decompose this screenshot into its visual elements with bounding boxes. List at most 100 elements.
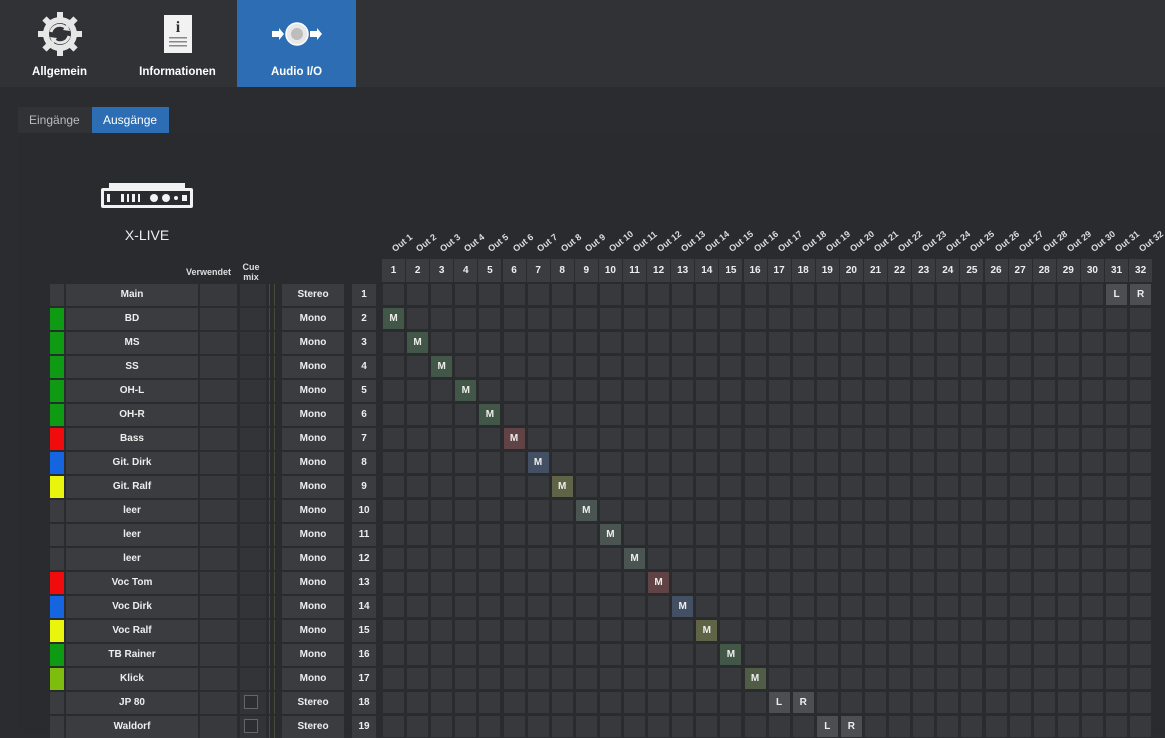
routing-cell[interactable]	[574, 475, 598, 498]
channel-color-swatch[interactable]	[50, 428, 64, 450]
routing-cell[interactable]	[1032, 475, 1056, 498]
routing-cell[interactable]	[936, 451, 960, 474]
routing-cell[interactable]	[1129, 595, 1153, 618]
routing-cell[interactable]	[695, 691, 719, 714]
routing-cell[interactable]	[888, 715, 912, 738]
routing-cell[interactable]	[574, 379, 598, 402]
routing-cell[interactable]	[502, 715, 526, 738]
routing-cell[interactable]	[502, 283, 526, 306]
routing-cell[interactable]	[454, 403, 478, 426]
channel-color-swatch[interactable]	[50, 284, 64, 306]
routing-cell[interactable]	[1105, 715, 1128, 738]
channel-color-swatch[interactable]	[50, 524, 64, 546]
routing-cell[interactable]	[1105, 571, 1128, 594]
routing-cell[interactable]	[502, 499, 526, 522]
routing-cell[interactable]	[598, 427, 622, 450]
routing-cell[interactable]	[623, 643, 646, 666]
routing-assignment[interactable]: M	[454, 379, 478, 402]
routing-cell[interactable]	[936, 667, 960, 690]
routing-cell[interactable]	[815, 643, 839, 666]
routing-cell[interactable]	[598, 379, 622, 402]
routing-cell[interactable]	[1008, 715, 1032, 738]
routing-cell[interactable]	[936, 427, 960, 450]
routing-cell[interactable]	[454, 595, 478, 618]
routing-cell[interactable]	[478, 331, 502, 354]
routing-cell[interactable]	[791, 667, 815, 690]
channel-mode[interactable]: Mono	[282, 668, 344, 690]
routing-cell[interactable]	[430, 475, 454, 498]
routing-cell[interactable]	[671, 355, 695, 378]
routing-assignment[interactable]: M	[743, 667, 767, 690]
routing-cell[interactable]	[406, 451, 430, 474]
routing-cell[interactable]	[791, 595, 815, 618]
routing-cell[interactable]	[406, 307, 430, 330]
routing-cell[interactable]	[743, 715, 767, 738]
routing-cell[interactable]	[478, 307, 502, 330]
routing-cell[interactable]	[382, 643, 405, 666]
routing-cell[interactable]	[912, 619, 936, 642]
routing-cell[interactable]	[888, 451, 912, 474]
routing-cell[interactable]	[478, 499, 502, 522]
routing-cell[interactable]	[1032, 427, 1056, 450]
routing-cell[interactable]	[864, 523, 887, 546]
routing-cell[interactable]	[1129, 475, 1153, 498]
routing-assignment[interactable]: M	[526, 451, 550, 474]
routing-cell[interactable]	[984, 283, 1008, 306]
routing-cell[interactable]	[1105, 643, 1128, 666]
routing-cell[interactable]	[478, 355, 502, 378]
routing-cell[interactable]	[984, 331, 1008, 354]
routing-cell[interactable]	[839, 403, 863, 426]
routing-cell[interactable]	[478, 451, 502, 474]
channel-mode[interactable]: Mono	[282, 620, 344, 642]
channel-mode[interactable]: Mono	[282, 308, 344, 330]
routing-cell[interactable]	[574, 307, 598, 330]
routing-cell[interactable]	[1105, 547, 1128, 570]
routing-cell[interactable]	[815, 427, 839, 450]
routing-cell[interactable]	[502, 571, 526, 594]
routing-cell[interactable]	[984, 595, 1008, 618]
routing-cell[interactable]	[912, 475, 936, 498]
routing-cell[interactable]	[406, 595, 430, 618]
routing-cell[interactable]	[671, 547, 695, 570]
routing-cell[interactable]	[960, 571, 984, 594]
channel-color-swatch[interactable]	[50, 596, 64, 618]
routing-cell[interactable]	[1105, 451, 1128, 474]
routing-cell[interactable]	[623, 571, 646, 594]
channel-mode[interactable]: Mono	[282, 644, 344, 666]
channel-color-swatch[interactable]	[50, 332, 64, 354]
routing-cell[interactable]	[550, 451, 574, 474]
routing-cell[interactable]	[598, 595, 622, 618]
routing-cell[interactable]	[767, 595, 791, 618]
routing-cell[interactable]	[743, 403, 767, 426]
routing-cell[interactable]	[1008, 571, 1032, 594]
routing-cell[interactable]	[430, 331, 454, 354]
routing-cell[interactable]	[936, 355, 960, 378]
routing-cell[interactable]	[719, 667, 743, 690]
routing-cell[interactable]	[743, 619, 767, 642]
routing-cell[interactable]	[815, 451, 839, 474]
routing-cell[interactable]	[864, 451, 887, 474]
routing-cell[interactable]	[671, 283, 695, 306]
routing-cell[interactable]	[382, 571, 405, 594]
channel-color-swatch[interactable]	[50, 692, 64, 714]
routing-cell[interactable]	[1032, 331, 1056, 354]
routing-cell[interactable]	[671, 427, 695, 450]
routing-cell[interactable]	[912, 283, 936, 306]
routing-cell[interactable]	[743, 643, 767, 666]
routing-cell[interactable]	[382, 427, 405, 450]
routing-cell[interactable]	[912, 523, 936, 546]
routing-cell[interactable]	[767, 355, 791, 378]
routing-cell[interactable]	[815, 547, 839, 570]
routing-cell[interactable]	[1056, 643, 1080, 666]
routing-cell[interactable]	[502, 547, 526, 570]
routing-cell[interactable]	[550, 523, 574, 546]
routing-cell[interactable]	[647, 523, 671, 546]
routing-cell[interactable]	[382, 715, 405, 738]
routing-cell[interactable]	[743, 475, 767, 498]
routing-cell[interactable]	[598, 643, 622, 666]
routing-cell[interactable]	[1056, 619, 1080, 642]
routing-cell[interactable]	[864, 643, 887, 666]
routing-cell[interactable]	[984, 403, 1008, 426]
routing-cell[interactable]	[912, 643, 936, 666]
routing-cell[interactable]	[623, 331, 646, 354]
